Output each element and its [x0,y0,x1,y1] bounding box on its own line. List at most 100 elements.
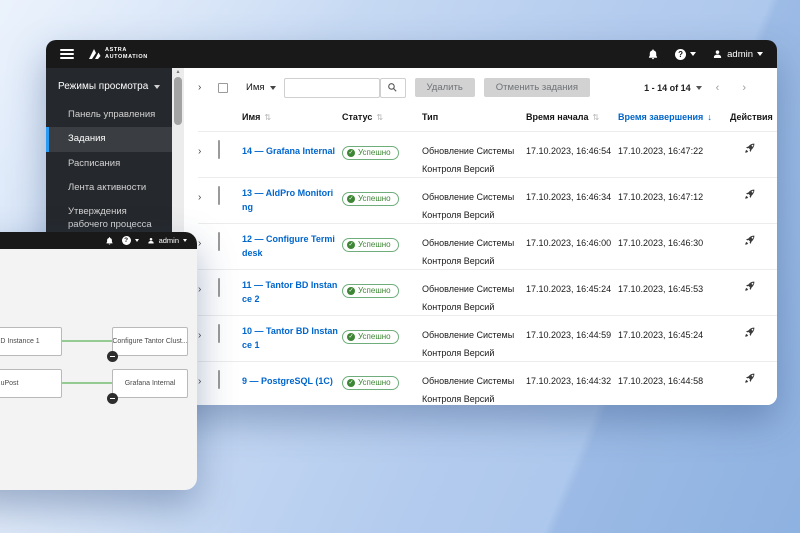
workflow-node[interactable]: RuPost [0,369,62,398]
sort-desc-icon: ↓ [707,112,712,122]
table-row: › 14 — Grafana Internal ✓Успешно Обновле… [198,132,777,178]
pagination-label: 1 - 14 of 14 [644,83,691,93]
row-expand-icon[interactable]: › [198,146,201,157]
table-row: › 12 — Configure Termidesk ✓Успешно Обно… [198,224,777,270]
logo-line2: AUTOMATION [105,54,148,61]
delete-button[interactable]: Удалить [415,78,475,97]
check-icon: ✓ [347,379,355,387]
workflow-edge [62,340,112,342]
row-expand-icon[interactable]: › [198,238,201,249]
finish-time: 17.10.2023, 16:47:12 [618,192,703,202]
check-icon: ✓ [347,333,355,341]
row-checkbox[interactable] [218,140,220,159]
scrollbar-thumb[interactable] [174,77,182,125]
relaunch-button[interactable] [744,372,756,384]
start-time: 17.10.2023, 16:46:54 [526,146,611,156]
username: admin [159,236,179,245]
workflow-node[interactable]: Configure Tantor Clust... [112,327,188,356]
job-link[interactable]: 10 — Tantor BD Instance 1 [242,325,338,352]
job-link[interactable]: 14 — Grafana Internal [242,145,338,159]
help-icon: ? [675,49,686,60]
rocket-icon [744,326,756,338]
row-checkbox[interactable] [218,324,220,343]
notifications-bell-icon[interactable] [647,48,659,61]
sidebar-item-schedules[interactable]: Расписания [46,152,172,176]
workflow-visualizer-window: ? admin Tantor BD Instance 1 Configure T… [0,232,197,490]
chevron-down-icon [183,239,187,242]
finish-time: 17.10.2023, 16:44:58 [618,376,703,386]
sort-icon: ⇅ [264,113,271,122]
table-row: › 9 — PostgreSQL (1C) ✓Успешно Обновлени… [198,362,777,405]
user-icon [147,237,155,245]
notifications-bell-icon[interactable] [105,236,114,246]
row-expand-icon[interactable]: › [198,284,201,295]
check-icon: ✓ [347,287,355,295]
search-button[interactable] [380,78,406,98]
rocket-icon [744,280,756,292]
user-icon [712,49,723,60]
start-time: 17.10.2023, 16:44:59 [526,330,611,340]
help-menu[interactable]: ? [122,236,139,245]
job-link[interactable]: 11 — Tantor BD Instance 2 [242,279,338,306]
relaunch-button[interactable] [744,326,756,338]
rocket-icon [744,188,756,200]
help-menu[interactable]: ? [675,49,696,60]
search-icon [387,82,398,93]
start-time: 17.10.2023, 16:45:24 [526,284,611,294]
next-page-icon[interactable]: › [733,82,755,94]
relaunch-button[interactable] [744,188,756,200]
status-badge: ✓Успешно [342,330,399,344]
sidebar-item-activity-stream[interactable]: Лента активности [46,176,172,200]
check-icon: ✓ [347,241,355,249]
workflow-titlebar: ? admin [0,232,197,249]
sidebar-item-jobs[interactable]: Задания [46,127,172,151]
cancel-jobs-button[interactable]: Отменить задания [484,78,590,97]
job-link[interactable]: 9 — PostgreSQL (1C) [242,375,338,389]
row-expand-icon[interactable]: › [198,330,201,341]
row-checkbox[interactable] [218,186,220,205]
row-checkbox[interactable] [218,232,220,251]
relaunch-button[interactable] [744,234,756,246]
prev-page-icon[interactable]: ‹ [707,82,729,94]
relaunch-button[interactable] [744,142,756,154]
scroll-up-icon[interactable]: ▴ [172,68,184,77]
start-time: 17.10.2023, 16:44:32 [526,376,611,386]
row-checkbox[interactable] [218,278,220,297]
chevron-down-icon[interactable] [696,86,702,90]
status-badge: ✓Успешно [342,146,399,160]
status-badge: ✓Успешно [342,238,399,252]
job-type: Обновление Системы Контроля Версий [422,146,514,174]
pagination: 1 - 14 of 14 ‹ › [644,82,777,94]
relaunch-button[interactable] [744,280,756,292]
help-icon: ? [122,236,131,245]
job-type: Обновление Системы Контроля Версий [422,330,514,358]
workflow-node[interactable]: Tantor BD Instance 1 [0,327,62,356]
chevron-down-icon [135,239,139,242]
row-checkbox[interactable] [218,370,220,389]
app-titlebar: ASTRA AUTOMATION ? admin [46,40,777,68]
user-menu[interactable]: admin [712,49,763,60]
column-header-start[interactable]: Время начала⇅ [526,112,618,122]
column-header-name[interactable]: Имя⇅ [242,112,342,122]
column-header-status[interactable]: Статус⇅ [342,112,422,122]
app-logo: ASTRA AUTOMATION [88,47,148,61]
column-header-type: Тип [422,112,526,122]
sidebar-group-views[interactable]: Режимы просмотра [46,68,172,103]
expand-all-icon[interactable]: › [198,82,218,93]
workflow-node[interactable]: Grafana Internal [112,369,188,398]
job-link[interactable]: 13 — AldPro Monitoring [242,187,338,214]
filter-field-select[interactable]: Имя [242,82,284,93]
user-menu[interactable]: admin [147,236,187,245]
menu-icon[interactable] [60,49,74,59]
table-header: Имя⇅ Статус⇅ Тип Время начала⇅ Время зав… [198,102,777,132]
select-all-checkbox[interactable] [218,83,228,93]
job-link[interactable]: 12 — Configure Termidesk [242,233,338,260]
row-expand-icon[interactable]: › [198,192,201,203]
search-input[interactable] [284,78,380,98]
sidebar-item-dashboard[interactable]: Панель управления [46,103,172,127]
finish-time: 17.10.2023, 16:45:53 [618,284,703,294]
row-expand-icon[interactable]: › [198,376,201,387]
rocket-icon [744,372,756,384]
node-status-badge [107,393,118,404]
column-header-finish[interactable]: Время завершения↓ [618,112,730,122]
